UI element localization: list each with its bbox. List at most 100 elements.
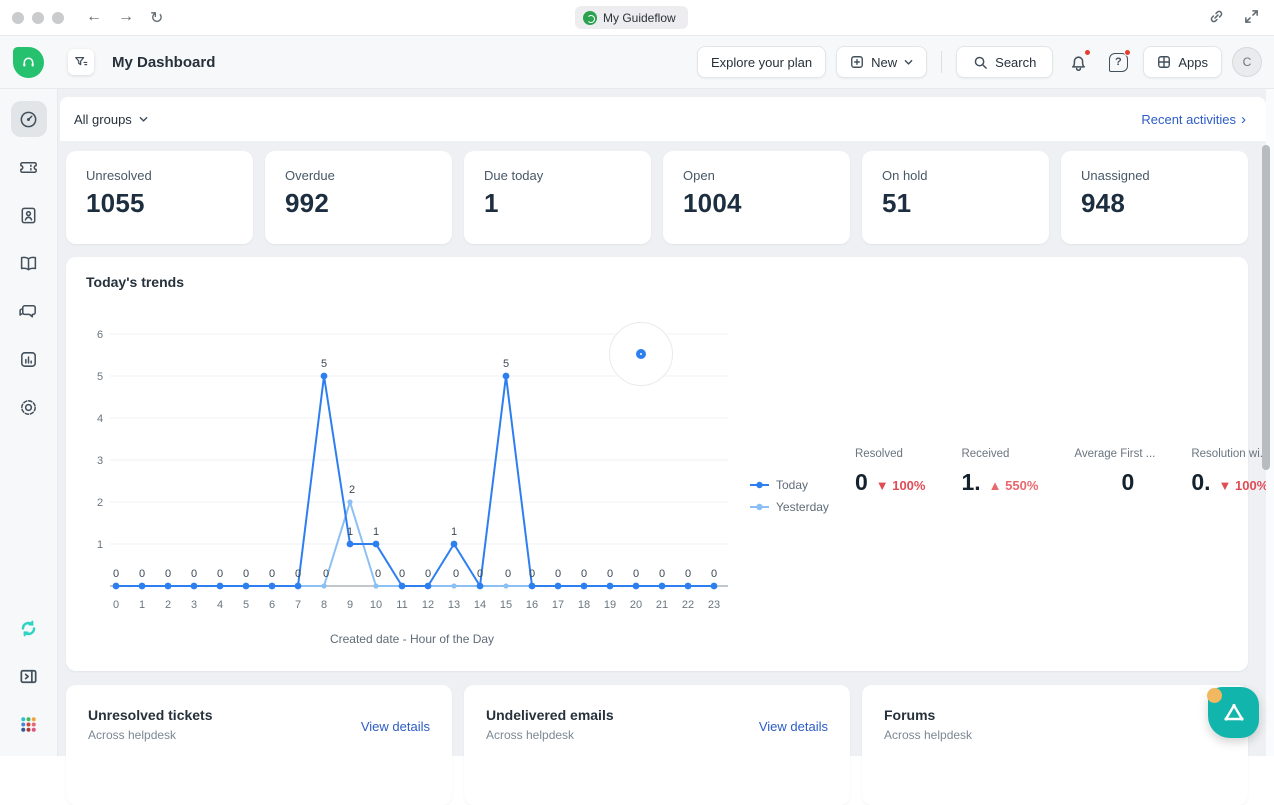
window-minimize-button[interactable] (32, 12, 44, 24)
svg-text:1: 1 (373, 526, 379, 538)
app-switcher-icon (18, 714, 39, 735)
svg-text:20: 20 (630, 599, 642, 611)
kpi-value: 0 (855, 469, 868, 496)
stat-card-due-today[interactable]: Due today 1 (464, 151, 651, 244)
trend-chart-svg: 1234560123456789101112131415161718192021… (86, 290, 738, 624)
svg-text:0: 0 (165, 568, 171, 580)
sidebar-item-analytics[interactable] (11, 341, 47, 377)
kpi-label: Resolution wi... (1191, 448, 1269, 460)
main-content: All groups Recent activities › Unresolve… (58, 89, 1274, 756)
svg-text:0: 0 (375, 568, 381, 580)
kpi-label: Resolved (855, 448, 926, 460)
header-divider (941, 51, 942, 73)
stat-card-overdue[interactable]: Overdue 992 (265, 151, 452, 244)
sidebar-item-admin[interactable] (11, 389, 47, 425)
browser-reload-button[interactable]: ↻ (150, 8, 163, 28)
explore-plan-button[interactable]: Explore your plan (697, 46, 826, 78)
notifications-button[interactable] (1063, 47, 1093, 77)
window-close-button[interactable] (12, 12, 24, 24)
legend-line-today-icon (750, 481, 769, 489)
book-icon (18, 253, 39, 274)
svg-text:0: 0 (217, 568, 223, 580)
freshdesk-logo[interactable] (13, 47, 44, 78)
scrollbar-thumb[interactable] (1262, 145, 1270, 470)
dashboard-toolbar: All groups Recent activities › (60, 97, 1266, 141)
sidebar-item-app-switcher[interactable] (11, 706, 47, 742)
svg-text:0: 0 (399, 568, 405, 580)
recent-activities-label: Recent activities (1141, 112, 1236, 127)
sidebar-nav (0, 89, 58, 756)
search-button[interactable]: Search (956, 46, 1053, 78)
svg-text:8: 8 (321, 599, 327, 611)
kpi-average-first-response: Average First ... 0 (1074, 448, 1155, 646)
undelivered-emails-card: Undelivered emails Across helpdesk View … (464, 685, 850, 805)
svg-text:17: 17 (552, 599, 564, 611)
kpi-delta-up: ▲ 550% (989, 478, 1039, 493)
stat-card-open[interactable]: Open 1004 (663, 151, 850, 244)
sidebar-item-tickets[interactable] (11, 149, 47, 185)
svg-text:0: 0 (659, 568, 665, 580)
user-avatar[interactable]: C (1232, 47, 1262, 77)
kpi-delta-down: ▼ 100% (1219, 478, 1269, 493)
browser-forward-button[interactable]: → (118, 8, 134, 28)
svg-text:21: 21 (656, 599, 668, 611)
browser-tab[interactable]: My Guideflow (575, 6, 688, 29)
kpi-value: 0 (1121, 469, 1134, 496)
app-header: My Dashboard Explore your plan New Searc… (0, 36, 1274, 89)
stat-card-unresolved[interactable]: Unresolved 1055 (66, 151, 253, 244)
recent-activities-link[interactable]: Recent activities › (1141, 111, 1246, 128)
sidebar-item-collapse-panel[interactable] (11, 658, 47, 694)
new-button[interactable]: New (836, 46, 927, 78)
apps-grid-icon (1157, 55, 1171, 69)
svg-text:0: 0 (113, 568, 119, 580)
sidebar-item-forums[interactable] (11, 293, 47, 329)
card-title: Unresolved tickets (88, 707, 213, 723)
tab-title: My Guideflow (603, 11, 676, 25)
bottom-cards-row: Unresolved tickets Across helpdesk View … (66, 685, 1248, 805)
gear-icon (18, 397, 39, 418)
help-button[interactable]: ? (1103, 47, 1133, 77)
svg-text:5: 5 (503, 358, 509, 370)
guideflow-logo-icon (1221, 700, 1247, 726)
svg-text:2: 2 (97, 497, 103, 509)
fullscreen-icon[interactable] (1243, 8, 1260, 25)
window-controls[interactable] (12, 12, 64, 24)
svg-text:2: 2 (165, 599, 171, 611)
stat-value: 51 (882, 188, 1029, 219)
svg-text:1: 1 (139, 599, 145, 611)
apps-button[interactable]: Apps (1143, 46, 1222, 78)
kpi-resolved: Resolved 0 ▼ 100% (855, 448, 926, 646)
kpi-value: 1. (961, 469, 980, 496)
svg-text:0: 0 (295, 568, 301, 580)
kpi-delta-down: ▼ 100% (876, 478, 926, 493)
card-title: Forums (884, 707, 972, 723)
svg-text:18: 18 (578, 599, 590, 611)
window-zoom-button[interactable] (52, 12, 64, 24)
sidebar-item-contacts[interactable] (11, 197, 47, 233)
sidebar-item-solutions[interactable] (11, 245, 47, 281)
group-filter-dropdown[interactable]: All groups (74, 112, 148, 127)
stat-value: 1004 (683, 188, 830, 219)
view-details-link[interactable]: View details (759, 719, 828, 734)
legend-item-today[interactable]: Today (750, 478, 829, 492)
plus-square-icon (850, 55, 864, 69)
stat-card-on-hold[interactable]: On hold 51 (862, 151, 1049, 244)
stat-card-unassigned[interactable]: Unassigned 948 (1061, 151, 1248, 244)
dashboard-gauge-icon (18, 109, 39, 130)
sidebar-item-dashboard[interactable] (11, 101, 47, 137)
sidebar-item-whats-new[interactable] (11, 610, 47, 646)
view-details-link[interactable]: View details (361, 719, 430, 734)
svg-text:1: 1 (451, 526, 457, 538)
svg-text:0: 0 (555, 568, 561, 580)
card-subtitle: Across helpdesk (486, 728, 614, 742)
browser-back-button[interactable]: ← (86, 8, 102, 28)
kpi-value: 0. (1191, 469, 1210, 496)
new-button-label: New (871, 55, 897, 70)
dashboard-filter-button[interactable] (68, 49, 94, 75)
unresolved-tickets-card: Unresolved tickets Across helpdesk View … (66, 685, 452, 805)
svg-text:14: 14 (474, 599, 486, 611)
svg-text:1: 1 (347, 526, 353, 538)
legend-item-yesterday[interactable]: Yesterday (750, 500, 829, 514)
stat-label: Unresolved (86, 168, 233, 183)
copy-link-icon[interactable] (1208, 8, 1225, 25)
